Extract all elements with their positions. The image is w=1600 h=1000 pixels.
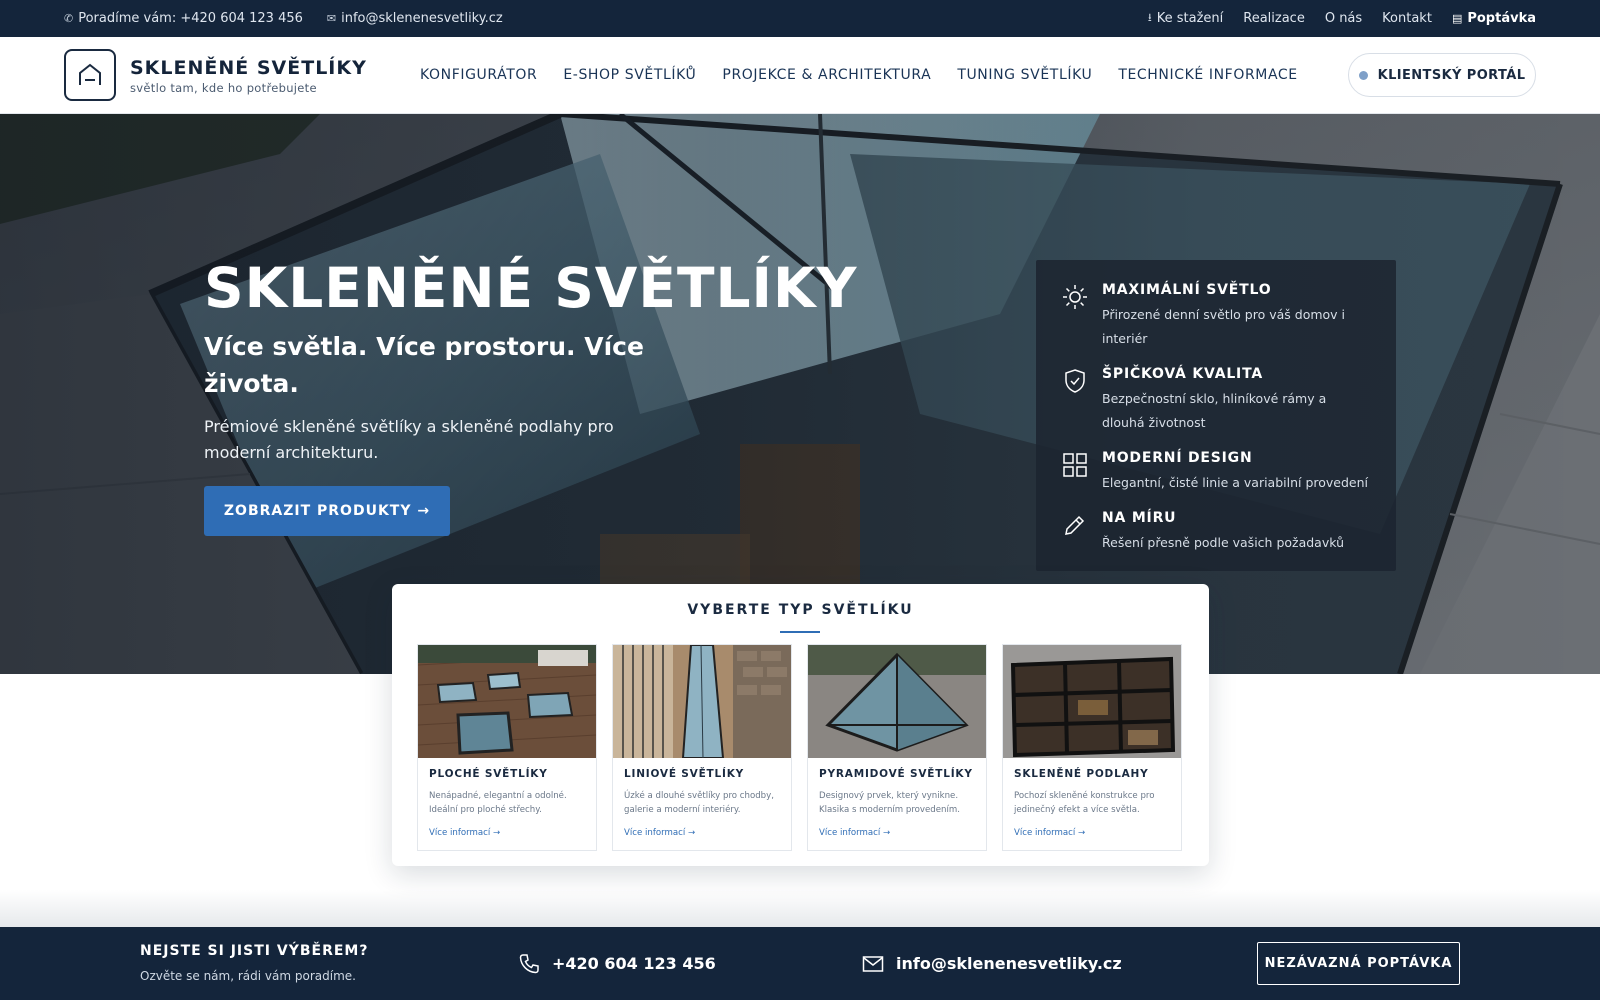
site-header: SKLENĚNÉ SVĚTLÍKY světlo tam, kde ho pot…: [0, 37, 1600, 114]
nav-item-technical[interactable]: TECHNICKÉ INFORMACE: [1118, 67, 1297, 83]
topbar-link-label: O nás: [1324, 11, 1363, 26]
contact-question: NEJSTE SI JISTI VÝBĚREM?: [140, 943, 369, 959]
nav-item-eshop[interactable]: E-SHOP SVĚTLÍKŮ: [563, 67, 696, 83]
feature-text: Řešení přesně podle vašich požadavků: [1102, 535, 1345, 550]
show-products-button[interactable]: ZOBRAZIT PRODUKTY →: [204, 486, 450, 536]
phone-icon: [519, 953, 539, 973]
feature-text: Přirozené denní světlo pro váš domov i i…: [1102, 307, 1346, 346]
mail-icon: ✉: [326, 12, 337, 25]
topbar-link-contact[interactable]: Kontakt: [1382, 11, 1432, 26]
feature-title: MODERNÍ DESIGN: [1102, 450, 1253, 466]
flat-skylight-image: [418, 645, 596, 758]
brand-name[interactable]: SKLENĚNÉ SVĚTLÍKY: [130, 57, 367, 79]
category-link[interactable]: Více informací →: [429, 828, 500, 838]
footer-phone-text: +420 604 123 456: [552, 954, 716, 973]
topbar-link-realizace[interactable]: Realizace: [1243, 11, 1305, 26]
logo[interactable]: [64, 49, 116, 101]
footer-email-text: info@sklenenesvetliky.cz: [896, 954, 1122, 973]
nav-item-tuning[interactable]: TUNING SVĚTLÍKU: [957, 67, 1092, 83]
pencil-icon: [1065, 515, 1085, 535]
category-title: SKLENĚNÉ PODLAHY: [1014, 768, 1149, 780]
inbox-icon: ▤: [1451, 12, 1463, 25]
client-portal-button[interactable]: KLIENTSKÝ PORTÁL: [1348, 53, 1536, 97]
category-text: Designový prvek, který vynikne. Klasika …: [819, 791, 960, 815]
section-title: VYBERTE TYP SVĚTLÍKU: [687, 602, 914, 618]
category-title: LINIOVÉ SVĚTLÍKY: [624, 768, 745, 780]
contact-question-sub: Ozvěte se nám, rádi vám poradíme.: [140, 969, 356, 983]
topbar-phone[interactable]: ✆ Poradíme vám: +420 604 123 456: [64, 11, 303, 26]
hero-subtitle: Více světla. Více prostoru. Více života.: [204, 332, 644, 398]
feature-item: MODERNÍ DESIGN Elegantní, čisté linie a …: [1062, 450, 1370, 495]
feature-title: MAXIMÁLNÍ SVĚTLO: [1102, 282, 1272, 298]
house-icon: [79, 63, 101, 85]
topbar-link-label: Poptávka: [1467, 11, 1536, 26]
category-card-linear[interactable]: LINIOVÉ SVĚTLÍKY Úzké a dlouhé světlíky …: [612, 644, 792, 851]
feature-item: NA MÍRU Řešení přesně podle vašich požad…: [1062, 510, 1370, 555]
linear-skylight-image: [613, 645, 791, 758]
brand-tagline: světlo tam, kde ho potřebujete: [130, 81, 317, 95]
category-text: Úzké a dlouhé světlíky pro chodby, galer…: [624, 791, 774, 815]
skylight-type-selector: VYBERTE TYP SVĚTLÍKU PLOCHÉ SVĚTLÍKY Nen…: [392, 584, 1209, 866]
feature-title: ŠPIČKOVÁ KVALITA: [1102, 366, 1263, 382]
category-card-pyramid[interactable]: PYRAMIDOVÉ SVĚTLÍKY Designový prvek, kte…: [807, 644, 987, 851]
topbar-phone-text: Poradíme vám: +420 604 123 456: [78, 11, 303, 26]
feature-item: MAXIMÁLNÍ SVĚTLO Přirozené denní světlo …: [1062, 282, 1370, 351]
free-inquiry-button[interactable]: NEZÁVAZNÁ POPTÁVKA: [1257, 942, 1460, 985]
category-text: Pochozí skleněné konstrukce pro jedinečn…: [1014, 791, 1155, 815]
category-card-flat[interactable]: PLOCHÉ SVĚTLÍKY Nenápadné, elegantní a o…: [417, 644, 597, 851]
topbar-email-text: info@sklenenesvetliky.cz: [341, 11, 503, 26]
feature-text: Bezpečnostní sklo, hliníkové rámy a dlou…: [1102, 391, 1327, 430]
features-panel: MAXIMÁLNÍ SVĚTLO Přirozené denní světlo …: [1036, 260, 1396, 571]
hero-description: Prémiové skleněné světlíky a skleněné po…: [204, 417, 614, 462]
hero-title: SKLENĚNÉ SVĚTLÍKY: [204, 256, 858, 320]
footer-shadow: [0, 890, 1600, 927]
contact-bar: NEJSTE SI JISTI VÝBĚREM? Ozvěte se nám, …: [0, 927, 1600, 1000]
nav-item-configurator[interactable]: KONFIGURÁTOR: [420, 67, 537, 83]
client-portal-label: KLIENTSKÝ PORTÁL: [1377, 67, 1526, 83]
nav-item-projects[interactable]: PROJEKCE & ARCHITEKTURA: [722, 67, 931, 83]
glass-floor-image: [1003, 645, 1181, 758]
footer-email[interactable]: info@sklenenesvetliky.cz: [862, 927, 1122, 1000]
category-link[interactable]: Více informací →: [1014, 828, 1085, 838]
main-nav: KONFIGURÁTOR E-SHOP SVĚTLÍKŮ PROJEKCE & …: [420, 37, 1298, 113]
category-title: PYRAMIDOVÉ SVĚTLÍKY: [819, 768, 973, 780]
topbar-link-label: Realizace: [1243, 11, 1305, 26]
feature-title: NA MÍRU: [1102, 510, 1177, 526]
phone-icon: ✆: [64, 12, 74, 25]
download-icon: ⭳: [1147, 11, 1152, 24]
pyramid-skylight-image: [808, 645, 986, 758]
footer-phone[interactable]: +420 604 123 456: [518, 927, 716, 1000]
topbar-link-inquiry[interactable]: ▤ Poptávka: [1452, 11, 1536, 26]
shield-check-icon: [1065, 369, 1085, 393]
feature-item: ŠPIČKOVÁ KVALITA Bezpečnostní sklo, hlin…: [1062, 366, 1370, 435]
category-text: Nenápadné, elegantní a odolné. Ideální p…: [429, 791, 567, 815]
category-link[interactable]: Více informací →: [819, 828, 890, 838]
grid-icon: [1063, 453, 1087, 477]
sun-icon: [1063, 285, 1087, 309]
topbar-link-downloads[interactable]: ⭳ Ke stažení: [1148, 9, 1223, 28]
category-link[interactable]: Více informací →: [624, 828, 695, 838]
feature-text: Elegantní, čisté linie a variabilní prov…: [1102, 475, 1369, 490]
top-bar: ✆ Poradíme vám: +420 604 123 456 ✉ info@…: [0, 0, 1600, 37]
status-dot-icon: [1358, 70, 1368, 80]
title-underline: [780, 631, 820, 633]
topbar-link-label: Kontakt: [1382, 11, 1432, 26]
category-card-glass-floor[interactable]: SKLENĚNÉ PODLAHY Pochozí skleněné konstr…: [1002, 644, 1182, 851]
topbar-link-about[interactable]: O nás: [1325, 11, 1362, 26]
topbar-email[interactable]: ✉ info@sklenenesvetliky.cz: [327, 11, 503, 26]
topbar-link-label: Ke stažení: [1156, 11, 1224, 26]
category-title: PLOCHÉ SVĚTLÍKY: [429, 768, 548, 780]
mail-icon: [862, 955, 884, 972]
